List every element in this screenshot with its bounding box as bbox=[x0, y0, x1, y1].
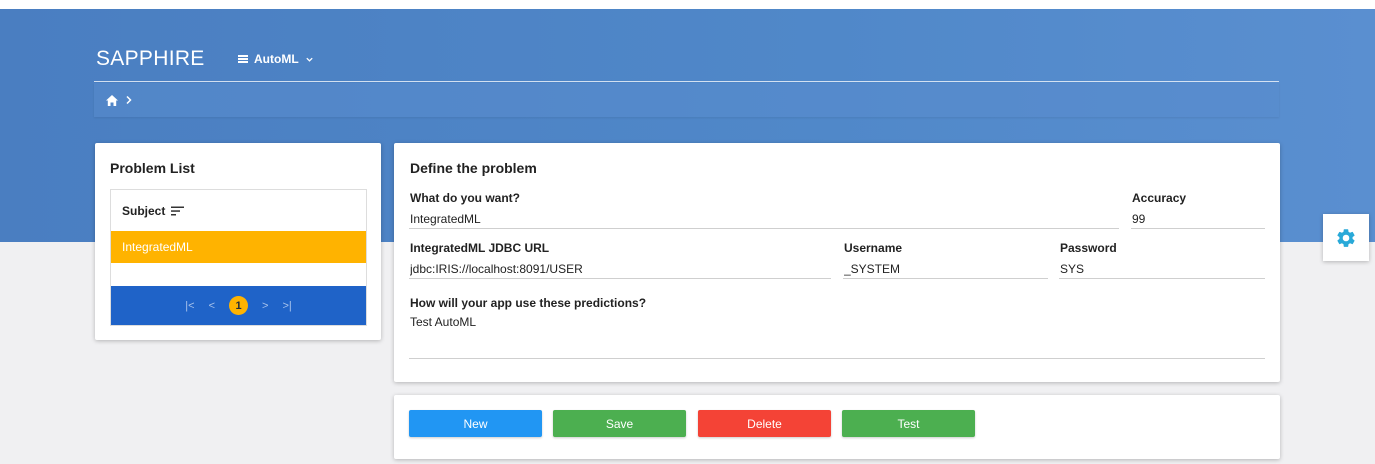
menu-label: AutoML bbox=[254, 52, 299, 66]
new-button[interactable]: New bbox=[409, 410, 542, 437]
top-strip bbox=[0, 0, 1375, 9]
header-divider bbox=[94, 81, 1279, 82]
next-page-button[interactable]: > bbox=[262, 300, 268, 312]
problem-list-card: Problem List Subject IntegratedML |< < 1… bbox=[95, 143, 381, 340]
jdbc-url-input[interactable] bbox=[409, 259, 831, 279]
test-button[interactable]: Test bbox=[842, 410, 975, 437]
subject-column-header[interactable]: Subject bbox=[111, 190, 366, 231]
password-label: Password bbox=[1060, 241, 1117, 255]
usage-textarea[interactable]: Test AutoML bbox=[409, 314, 1265, 359]
problem-table: Subject IntegratedML |< < 1 > >| bbox=[110, 189, 367, 326]
current-page[interactable]: 1 bbox=[229, 296, 248, 315]
username-label: Username bbox=[844, 241, 903, 255]
define-problem-title: Define the problem bbox=[410, 160, 537, 176]
accuracy-label: Accuracy bbox=[1132, 191, 1187, 205]
automl-menu[interactable]: AutoML bbox=[238, 50, 314, 68]
jdbc-url-label: IntegratedML JDBC URL bbox=[410, 241, 550, 255]
action-bar: New Save Delete Test bbox=[394, 395, 1280, 459]
want-label: What do you want? bbox=[410, 191, 520, 205]
subject-header-label: Subject bbox=[122, 203, 166, 218]
table-row[interactable]: IntegratedML bbox=[111, 231, 366, 263]
define-problem-card: Define the problem What do you want? Acc… bbox=[394, 143, 1280, 382]
breadcrumb bbox=[94, 83, 1279, 117]
first-page-button[interactable]: |< bbox=[185, 300, 194, 312]
username-input[interactable] bbox=[843, 259, 1048, 279]
save-button[interactable]: Save bbox=[553, 410, 686, 437]
home-icon[interactable] bbox=[105, 94, 119, 107]
list-icon bbox=[238, 55, 248, 63]
settings-button[interactable] bbox=[1323, 214, 1369, 261]
accuracy-input[interactable] bbox=[1131, 209, 1265, 229]
chevron-down-icon bbox=[306, 57, 313, 62]
usage-label: How will your app use these predictions? bbox=[410, 296, 647, 310]
prev-page-button[interactable]: < bbox=[209, 300, 215, 312]
gear-icon bbox=[1337, 228, 1355, 247]
password-input[interactable] bbox=[1059, 259, 1265, 279]
delete-button[interactable]: Delete bbox=[698, 410, 831, 437]
problem-list-title: Problem List bbox=[110, 160, 195, 176]
last-page-button[interactable]: >| bbox=[282, 300, 291, 312]
pagination: |< < 1 > >| bbox=[111, 286, 366, 325]
want-input[interactable] bbox=[409, 209, 1119, 229]
sort-icon[interactable] bbox=[171, 206, 185, 216]
brand-title[interactable]: SAPPHIRE bbox=[96, 47, 205, 71]
chevron-right-icon bbox=[126, 95, 132, 105]
